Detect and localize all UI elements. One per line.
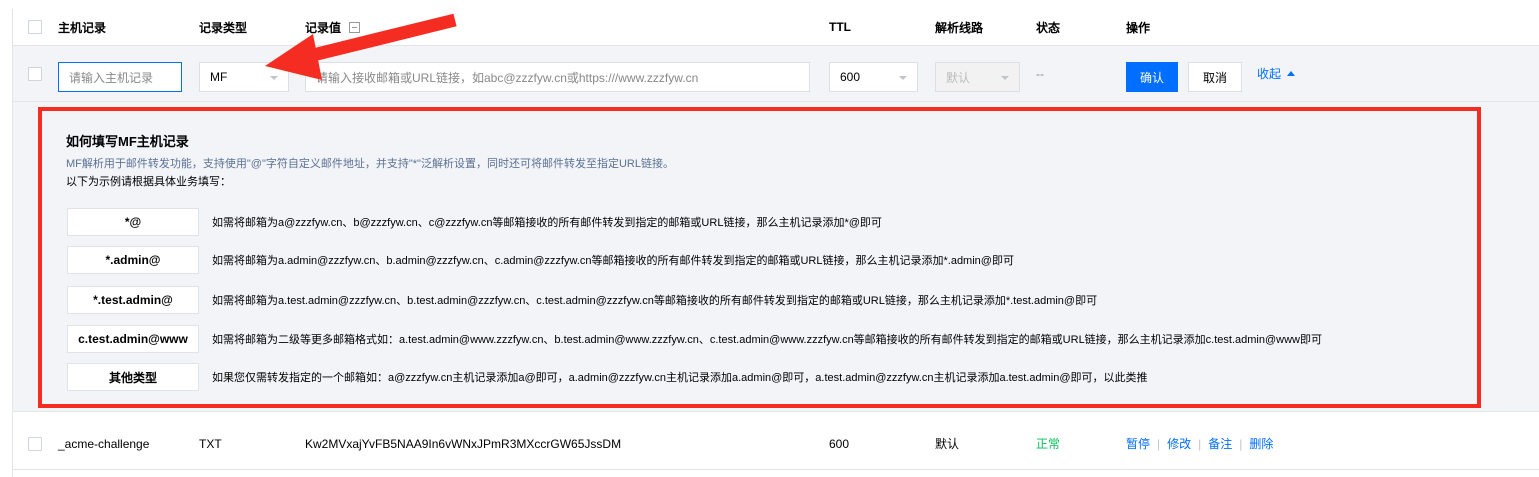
host-record-placeholder: 请输入主机记录 <box>69 70 154 85</box>
chevron-up-icon <box>1287 71 1296 76</box>
ttl-value: 600 <box>840 70 861 84</box>
chevron-down-icon <box>270 76 278 80</box>
example-label: c.test.admin@www <box>67 325 199 353</box>
record-value: Kw2MVxajYvFB5NAA9In6vWNxJPmR3MXccrGW65Js… <box>305 436 622 451</box>
collapse-label: 收起 <box>1257 67 1282 81</box>
select-all-checkbox[interactable] <box>28 9 42 45</box>
example-label: *.test.admin@ <box>67 286 199 314</box>
example-text: 如需将邮箱为二级等更多邮箱格式如：a.test.admin@www.zzzfyw… <box>212 334 1322 346</box>
example-text: 如需将邮箱为a.test.admin@zzzfyw.cn、b.test.admi… <box>212 295 1098 307</box>
header-record-type: 记录类型 <box>199 20 248 35</box>
help-intro: 以下为示例请根据具体业务填写： <box>66 176 231 188</box>
collapse-link[interactable]: 收起 <box>1257 46 1296 101</box>
table-header: 主机记录 记录类型 记录值 TTL 解析线路 状态 操作 <box>13 9 1539 46</box>
example-text: 如需将邮箱为a@zzzfyw.cn、b@zzzfyw.cn、c@zzzfyw.c… <box>212 217 882 229</box>
line-value: 默认 <box>946 70 971 85</box>
row-checkbox[interactable] <box>28 418 42 469</box>
help-description: MF解析用于邮件转发功能，支持使用"@"字符自定义邮件地址，并支持"*"泛解析设… <box>66 158 674 170</box>
cancel-button[interactable]: 取消 <box>1188 62 1242 92</box>
row-checkbox[interactable] <box>28 46 42 101</box>
status-badge: 正常 <box>1036 437 1061 451</box>
header-host-record: 主机记录 <box>58 20 107 35</box>
chevron-down-icon <box>899 76 907 80</box>
line-select[interactable]: 默认 <box>935 62 1020 92</box>
table-row: _acme-challenge TXT Kw2MVxajYvFB5NAA9In6… <box>13 418 1539 470</box>
example-text: 如需将邮箱为a.admin@zzzfyw.cn、b.admin@zzzfyw.c… <box>212 255 1014 267</box>
record-ttl: 600 <box>829 436 850 451</box>
edit-link[interactable]: 修改 <box>1167 435 1191 452</box>
row-actions: 暂停 | 修改 | 备注 | 删除 <box>1126 418 1273 469</box>
record-type-value: MF <box>210 70 228 84</box>
record-type-select[interactable]: MF <box>199 62 289 92</box>
header-actions: 操作 <box>1126 20 1151 35</box>
note-link[interactable]: 备注 <box>1208 435 1232 452</box>
ttl-select[interactable]: 600 <box>829 62 918 92</box>
header-record-value-label: 记录值 <box>305 20 342 35</box>
example-text: 如果您仅需转发指定的一个邮箱如：a@zzzfyw.cn主机记录添加a@即可，a.… <box>212 372 1148 384</box>
header-record-value: 记录值 <box>305 9 361 45</box>
example-label: 其他类型 <box>67 363 199 391</box>
edit-icon[interactable] <box>349 21 361 33</box>
confirm-button[interactable]: 确认 <box>1126 62 1178 92</box>
separator: | <box>1239 436 1243 451</box>
header-ttl: TTL <box>829 20 851 34</box>
pause-link[interactable]: 暂停 <box>1126 435 1150 452</box>
header-line: 解析线路 <box>935 20 984 35</box>
status-value: -- <box>1036 66 1044 81</box>
example-label: *.admin@ <box>67 246 199 274</box>
header-status: 状态 <box>1036 20 1061 35</box>
mf-help-panel: 如何填写MF主机记录 MF解析用于邮件转发功能，支持使用"@"字符自定义邮件地址… <box>38 107 1481 408</box>
help-title: 如何填写MF主机记录 <box>66 134 189 149</box>
example-label: *@ <box>67 208 199 236</box>
chevron-down-icon <box>1001 76 1009 80</box>
edit-record-row: 请输入主机记录 MF 请输入接收邮箱或URL链接，如abc@zzzfyw.cn或… <box>13 46 1539 102</box>
record-line: 默认 <box>935 437 960 451</box>
record-value-input[interactable]: 请输入接收邮箱或URL链接，如abc@zzzfyw.cn或https:///ww… <box>305 62 810 92</box>
host-record-input[interactable]: 请输入主机记录 <box>58 62 182 92</box>
delete-link[interactable]: 删除 <box>1249 435 1273 452</box>
record-host: _acme-challenge <box>58 436 150 451</box>
separator: | <box>1157 436 1161 451</box>
separator: | <box>1198 436 1202 451</box>
record-type: TXT <box>199 436 222 451</box>
record-value-placeholder: 请输入接收邮箱或URL链接，如abc@zzzfyw.cn或https:///ww… <box>316 70 699 85</box>
